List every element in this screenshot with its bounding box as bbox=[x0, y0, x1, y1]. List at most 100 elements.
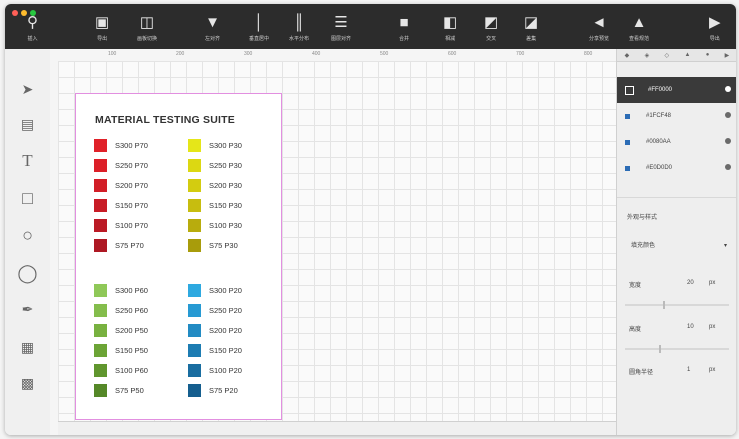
swatch-label: S300 P20 bbox=[209, 285, 242, 295]
swatch-item[interactable]: S250 P70 bbox=[94, 155, 148, 175]
layer-item[interactable]: #1FCF48 bbox=[617, 103, 736, 129]
field-radius-value[interactable]: 1 bbox=[687, 367, 690, 373]
layer-name: #FF0000 bbox=[648, 87, 673, 93]
toolbar-button-align-center[interactable]: │ 垂直居中 bbox=[249, 12, 269, 46]
swatch-item[interactable]: S100 P60 bbox=[94, 360, 148, 380]
toolbar-button-insert[interactable]: ⚲ 插入 bbox=[27, 12, 38, 46]
toolbar-button-distribute[interactable]: ║ 水平分布 bbox=[289, 12, 309, 46]
canvas[interactable]: MATERIAL TESTING SUITE S300 P70 S250 P70… bbox=[58, 61, 616, 421]
text-tool-icon[interactable]: T bbox=[5, 149, 50, 173]
ruler-mark: 800 bbox=[584, 51, 593, 57]
swatch-label: S300 P30 bbox=[209, 140, 242, 150]
toolbar-button-difference[interactable]: ◪ 差集 bbox=[524, 12, 538, 46]
panel-tab-icon[interactable]: ◇ bbox=[665, 52, 670, 59]
layer-checkbox[interactable] bbox=[625, 85, 634, 95]
close-dot[interactable] bbox=[12, 10, 18, 16]
toolbar-button-layer-align[interactable]: ☰ 图层对齐 bbox=[331, 12, 351, 46]
visibility-icon[interactable] bbox=[725, 112, 731, 118]
toolbar-button-subtract[interactable]: ◧ 相减 bbox=[443, 12, 457, 46]
pen-tool-icon[interactable]: ✒ bbox=[5, 297, 50, 321]
panel-tab-icon[interactable]: ▲ bbox=[684, 52, 690, 58]
layer-color-icon bbox=[625, 113, 630, 119]
swatch-item[interactable]: S200 P30 bbox=[188, 175, 242, 195]
ruler-mark: 300 bbox=[244, 51, 253, 57]
style-dropdown[interactable]: 填充颜色 ▾ bbox=[625, 238, 729, 254]
field-width-value[interactable]: 20 bbox=[687, 280, 694, 286]
toolbar-button-artboard[interactable]: ◫ 画板切换 bbox=[137, 12, 157, 46]
polygon-tool-icon[interactable]: ◯ bbox=[5, 261, 50, 285]
toolbar-button-union[interactable]: ■ 合并 bbox=[399, 12, 409, 46]
swatch-label: S300 P60 bbox=[115, 285, 148, 295]
swatch-item[interactable]: S150 P70 bbox=[94, 195, 148, 215]
swatch-column-green: S300 P60 S250 P60 S200 P50 S150 P50 S100… bbox=[94, 280, 148, 400]
distribute-icon: ║ bbox=[293, 14, 305, 31]
toolbar-button-intersect[interactable]: ◩ 交叉 bbox=[484, 12, 498, 46]
swatch-item[interactable]: S75 P20 bbox=[188, 380, 242, 400]
swatch-item[interactable]: S250 P20 bbox=[188, 300, 242, 320]
width-slider[interactable] bbox=[625, 301, 729, 309]
toolbar-button-share[interactable]: ◄ 分享预览 bbox=[589, 12, 609, 46]
swatch-item[interactable]: S200 P50 bbox=[94, 320, 148, 340]
swatch-item[interactable]: S75 P30 bbox=[188, 235, 242, 255]
toolbar-button-export[interactable]: ▣ 导出 bbox=[95, 12, 109, 46]
select-tool-icon[interactable]: ➤ bbox=[5, 77, 50, 101]
image-tool-icon[interactable]: ▩ bbox=[5, 371, 50, 395]
swatch-color bbox=[94, 198, 107, 212]
swatch-item[interactable]: S250 P60 bbox=[94, 300, 148, 320]
swatch-item[interactable]: S300 P60 bbox=[94, 280, 148, 300]
swatch-item[interactable]: S200 P20 bbox=[188, 320, 242, 340]
swatch-item[interactable]: S250 P30 bbox=[188, 155, 242, 175]
swatch-item[interactable]: S75 P70 bbox=[94, 235, 148, 255]
swatch-item[interactable]: S100 P20 bbox=[188, 360, 242, 380]
layer-item-selected[interactable]: #FF0000 bbox=[617, 77, 736, 103]
swatch-item[interactable]: S300 P30 bbox=[188, 135, 242, 155]
subtract-icon: ◧ bbox=[443, 14, 458, 31]
swatch-label: S250 P70 bbox=[115, 160, 148, 170]
swatch-color bbox=[94, 283, 107, 297]
swatch-item[interactable]: S300 P70 bbox=[94, 135, 148, 155]
panel-tab-icon[interactable]: ◈ bbox=[645, 52, 650, 59]
swatch-color bbox=[188, 138, 201, 152]
layer-item[interactable]: #E0D0D0 bbox=[617, 155, 736, 181]
swatch-label: S250 P30 bbox=[209, 160, 242, 170]
slider-knob[interactable] bbox=[659, 345, 661, 353]
swatch-label: S75 P50 bbox=[115, 385, 144, 395]
toolbar-button-align-left[interactable]: ▼ 左对齐 bbox=[205, 12, 220, 46]
slider-knob[interactable] bbox=[663, 301, 665, 309]
swatch-label: S150 P30 bbox=[209, 200, 242, 210]
swatch-label: S150 P50 bbox=[115, 345, 148, 355]
visibility-icon[interactable] bbox=[725, 86, 731, 92]
toolbar-button-export-right[interactable]: ▶ 导出 bbox=[709, 12, 721, 46]
swatch-item[interactable]: S200 P70 bbox=[94, 175, 148, 195]
swatch-item[interactable]: S150 P20 bbox=[188, 340, 242, 360]
swatch-color bbox=[188, 198, 201, 212]
frame-tool-icon[interactable]: ▤ bbox=[5, 112, 50, 136]
layer-item[interactable]: #0080AA bbox=[617, 129, 736, 155]
visibility-icon[interactable] bbox=[725, 164, 731, 170]
swatch-item[interactable]: S100 P30 bbox=[188, 215, 242, 235]
panel-tab-icon[interactable]: ▶ bbox=[725, 52, 730, 59]
toolbar-button-inspect[interactable]: ▲ 查看规范 bbox=[629, 12, 649, 46]
swatch-item[interactable]: S100 P70 bbox=[94, 215, 148, 235]
height-slider[interactable] bbox=[625, 345, 729, 353]
horizontal-scrollbar[interactable] bbox=[58, 421, 616, 435]
field-height-value[interactable]: 10 bbox=[687, 324, 694, 330]
swatch-color bbox=[188, 383, 201, 397]
swatch-item[interactable]: S300 P20 bbox=[188, 280, 242, 300]
swatch-item[interactable]: S150 P30 bbox=[188, 195, 242, 215]
swatch-item[interactable]: S150 P50 bbox=[94, 340, 148, 360]
swatch-item[interactable]: S75 P50 bbox=[94, 380, 148, 400]
swatch-color bbox=[94, 138, 107, 152]
swatch-color bbox=[94, 218, 107, 232]
artboard[interactable]: MATERIAL TESTING SUITE S300 P70 S250 P70… bbox=[75, 93, 282, 420]
panel-tab-icon[interactable]: ● bbox=[706, 52, 710, 58]
swatch-color bbox=[188, 303, 201, 317]
panel-tab-icon[interactable]: ◆ bbox=[625, 52, 630, 59]
ellipse-tool-icon[interactable]: ○ bbox=[5, 223, 50, 247]
visibility-icon[interactable] bbox=[725, 138, 731, 144]
swatch-color bbox=[188, 343, 201, 357]
rectangle-tool-icon[interactable]: □ bbox=[5, 186, 50, 210]
search-icon: ⚲ bbox=[27, 14, 38, 31]
swatch-color bbox=[94, 343, 107, 357]
slice-tool-icon[interactable]: ▦ bbox=[5, 335, 50, 359]
